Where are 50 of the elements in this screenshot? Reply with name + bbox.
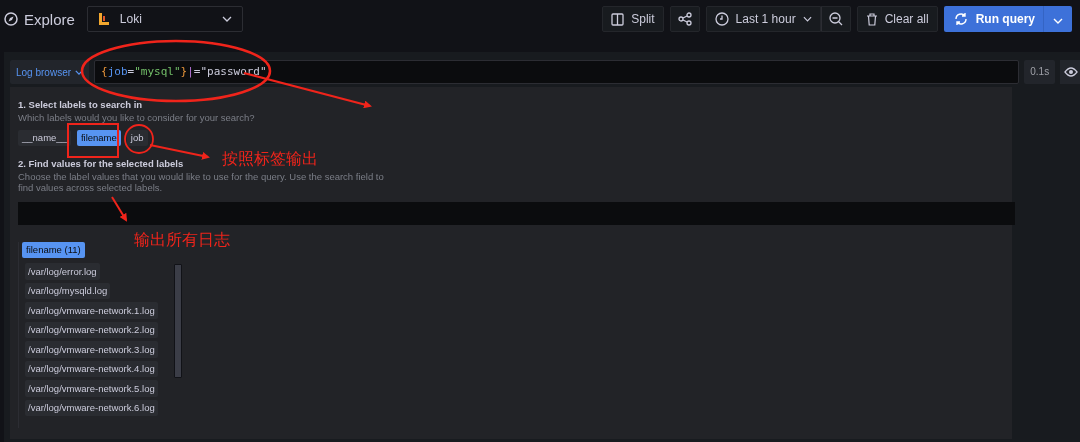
- split-icon: [611, 12, 625, 26]
- highlight-circle: [124, 124, 154, 154]
- label-chip[interactable]: __name__: [18, 130, 71, 146]
- refresh-icon: [953, 12, 968, 26]
- annotation-text: 输出所有日志: [134, 230, 230, 251]
- run-options-button[interactable]: [1043, 6, 1072, 32]
- time-range-picker[interactable]: Last 1 hour: [705, 6, 821, 32]
- zoom-out-button[interactable]: [820, 6, 851, 32]
- annotation-text: 按照标签输出: [222, 149, 318, 170]
- chevron-down-icon: [1053, 17, 1063, 24]
- highlight-rectangle: [67, 123, 119, 158]
- split-button[interactable]: Split: [602, 6, 664, 32]
- clear-all-button[interactable]: Clear all: [856, 6, 938, 32]
- share-icon: [677, 12, 692, 26]
- label-value[interactable]: /var/log/error.log: [25, 263, 100, 280]
- label-value[interactable]: /var/log/vmware-network.5.log: [25, 380, 158, 397]
- datasource-picker[interactable]: Loki: [86, 6, 243, 32]
- datasource-logo-icon: [97, 12, 110, 26]
- query-field[interactable]: {job="mysql"}|="password": [94, 60, 1020, 84]
- step-title: 1. Select labels to search in: [18, 99, 143, 110]
- label-value[interactable]: /var/log/vmware-network.1.log: [25, 302, 158, 319]
- step-hint: Choose the label values that you would like to use for the query. Use the search field to find values across selected labels.: [18, 171, 385, 193]
- label-value[interactable]: /var/log/vmware-network.2.log: [25, 321, 158, 338]
- run-query-button[interactable]: Run query: [943, 6, 1043, 32]
- eye-icon: [1064, 67, 1079, 77]
- page-title: Explore: [24, 10, 75, 28]
- label-value[interactable]: /var/log/vmware-network.3.log: [25, 341, 158, 358]
- step-title: 2. Find values for the selected labels: [18, 158, 184, 169]
- chevron-down-icon: [802, 16, 812, 22]
- query-duration: 0.1s: [1024, 60, 1056, 84]
- compass-icon: [4, 12, 18, 26]
- log-browser-button[interactable]: Log browser: [10, 60, 90, 84]
- search-field[interactable]: [18, 202, 1015, 225]
- arrow: [149, 144, 210, 160]
- step-hint: Which labels would you like to consider for your search?: [18, 112, 256, 123]
- label-value[interactable]: /var/log/mysqld.log: [25, 282, 111, 299]
- trash-icon: [865, 12, 878, 26]
- zoom-out-icon: [828, 12, 843, 26]
- share-button[interactable]: [669, 6, 700, 32]
- arrow: [111, 196, 128, 222]
- hide-query-button[interactable]: [1060, 60, 1080, 84]
- chevron-down-icon: [75, 69, 84, 75]
- chevron-down-icon: [221, 16, 232, 22]
- label-value[interactable]: /var/log/vmware-network.6.log: [25, 399, 158, 416]
- label-value[interactable]: /var/log/vmware-network.4.log: [25, 360, 158, 377]
- clock-icon: [714, 12, 729, 26]
- scrollbar[interactable]: [173, 264, 182, 378]
- label-chip[interactable]: filename: [76, 130, 121, 146]
- value-group-label: filename (11): [22, 242, 85, 258]
- label-chip[interactable]: job: [126, 130, 148, 146]
